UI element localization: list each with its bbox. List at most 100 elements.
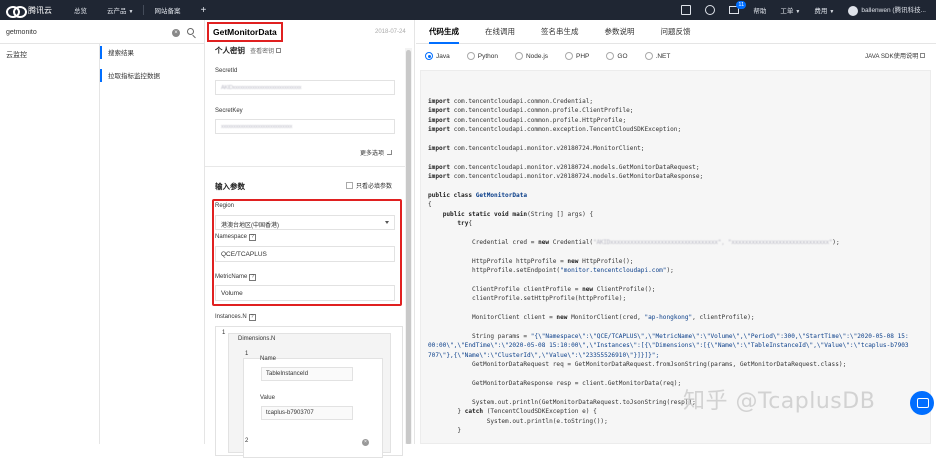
code-line: com.tencentcloudapi.common.exception.Ten… [453,126,682,134]
nav-filing[interactable]: 网站备案 [144,5,190,15]
chevron-down-icon [385,221,389,224]
sdk-doc-link[interactable]: JAVA SDK使用说明 [865,51,926,60]
namespace-label: Namespace? [215,234,257,241]
mail-icon[interactable]: 11 [729,1,747,14]
radio-nodejs[interactable] [514,52,523,60]
section-divider [205,166,405,167]
namespace-value: QCE/TCAPLUS [221,251,267,258]
clear-icon[interactable]: × [172,29,180,37]
result-item-get-monitor-data[interactable]: 拉取指标监控数据 [100,67,204,86]
secret-id-value: AKIDxxxxxxxxxxxxxxxxxxxxxxxxxxxx [221,85,302,91]
radio-go[interactable] [606,52,615,60]
scrollbar-thumb[interactable] [406,50,411,444]
help-icon[interactable]: ? [248,314,256,321]
ticket-label: 工单 [780,8,794,15]
region-select[interactable]: 港澳台地区(中国香港) [215,215,395,230]
checkbox-box[interactable] [346,182,353,189]
code-line: com.tencentcloudapi.monitor.v20180724.mo… [453,173,704,181]
clock-icon[interactable] [705,5,716,15]
code-region: "ap-hongkong" [644,314,693,322]
lang-nodejs[interactable]: Node.js [514,52,548,60]
console-icon[interactable] [681,5,692,15]
metric-name-value: Volume [221,290,243,297]
code-params-3: 707\"},{\"Name\":\"ClusterId\",\"Value\"… [428,351,660,359]
chevron-down-icon: ▼ [795,9,801,15]
code-line: com.tencentcloudapi.monitor.v20180724.mo… [453,163,700,171]
input-params-title: 输入参数 [215,182,245,191]
cloud-logo-icon [6,5,27,18]
ticket-menu[interactable]: 工单 ▼ [780,5,800,15]
code-class-name: GetMonitorData [475,191,528,199]
watermark: 知乎 @TcaplusDB [683,389,876,414]
top-navigation-bar: 腾讯云 总览 云产品 ▼ 网站备案 + 11 帮助 工单 ▼ 费用 ▼ ballenw… [0,0,936,20]
brand-logo[interactable]: 腾讯云 [0,5,64,18]
chat-icon[interactable] [910,391,934,415]
required-only-checkbox[interactable]: 只看必填参数 [346,181,392,190]
code-line: com.tencentcloudapi.common.profile.HttpP… [453,116,627,124]
code-line: com.tencentcloudapi.common.profile.Clien… [453,107,634,115]
code-params-1: "{\"Namespace\":\"QCE/TCAPLUS\",\"Metric… [530,332,909,340]
api-name-title: GetMonitorData [207,22,283,42]
code-panel: 代码生成 在线调用 签名串生成 参数说明 问题反馈 Java Python No… [416,20,936,444]
category-item-monitor[interactable]: 云监控 [0,44,99,66]
user-menu[interactable]: ballenwen (腾讯科技... [848,4,926,16]
region-label: Region [215,203,235,209]
nav-products[interactable]: 云产品 ▼ [97,5,143,15]
tab-feedback[interactable]: 问题反馈 [648,20,704,43]
tab-online-call[interactable]: 在线调用 [472,20,528,43]
search-input[interactable] [6,29,166,36]
chevron-down-icon: ▼ [829,9,835,15]
more-options-label: 更多选项 [360,151,385,157]
namespace-label-text: Namespace [215,234,248,240]
radio-python[interactable] [466,52,475,60]
mail-badge: 11 [736,1,747,9]
brand-name: 腾讯云 [28,5,52,15]
metric-name-input[interactable]: Volume [215,285,395,301]
namespace-input[interactable]: QCE/TCAPLUS [215,246,395,262]
required-only-label: 只看必填参数 [356,184,393,190]
radio-php[interactable] [565,52,574,60]
metric-name-label: MetricName? [215,274,257,281]
add-shortcut-button[interactable]: + [190,5,216,16]
search-bar: × [0,22,205,44]
view-key-label: 查看密钥 [250,49,275,55]
billing-label: 费用 [814,8,828,15]
lang-go-label: GO [617,52,628,60]
radio-dotnet[interactable] [644,52,653,60]
tab-signature[interactable]: 签名串生成 [528,20,592,43]
secret-key-input[interactable]: xxxxxxxxxxxxxxxxxxxxxxxxxxxxx [215,119,395,134]
more-options-toggle[interactable]: 更多选项 [360,148,393,157]
secret-id-input[interactable]: AKIDxxxxxxxxxxxxxxxxxxxxxxxxxxxx [215,80,395,95]
secret-key-value: xxxxxxxxxxxxxxxxxxxxxxxxxxxxx [221,124,293,130]
api-search-panel: × 云监控 搜索结果 拉取指标监控数据 [0,20,205,444]
metric-name-label-text: MetricName [215,274,248,280]
radio-java[interactable] [425,52,433,60]
secret-id-label: SecretId [215,68,238,74]
tab-param-docs[interactable]: 参数说明 [592,20,648,43]
view-key-link[interactable]: 查看密钥 [250,48,282,55]
language-selector: Java Python Node.js PHP GO .NET [416,48,936,64]
lang-java[interactable]: Java [425,52,450,60]
result-header: 搜索结果 [100,44,204,63]
billing-menu[interactable]: 费用 ▼ [814,5,834,15]
external-link-icon [276,48,282,53]
help-icon[interactable]: ? [249,234,257,241]
tab-bar: 代码生成 在线调用 签名串生成 参数说明 问题反馈 [416,20,936,44]
lang-php[interactable]: PHP [565,52,589,60]
api-version-date: 2018-07-24 [375,29,406,35]
code-line: com.tencentcloudapi.common.Credential; [453,97,594,105]
category-list: 云监控 [0,44,100,444]
lang-java-label: Java [436,52,450,60]
tab-code-gen[interactable]: 代码生成 [416,20,472,44]
lang-dotnet[interactable]: .NET [644,52,670,60]
lang-python[interactable]: Python [466,52,498,60]
top-right-tools: 11 帮助 工单 ▼ 费用 ▼ ballenwen (腾讯科技... [681,1,936,16]
help-icon[interactable]: ? [249,274,257,281]
search-icon[interactable] [187,28,194,35]
nav-overview[interactable]: 总览 [64,5,97,15]
region-value: 港澳台地区(中国香港) [221,223,279,229]
result-list: 搜索结果 拉取指标监控数据 [100,44,204,86]
lang-go[interactable]: GO [606,52,628,60]
scrollbar[interactable] [405,48,412,444]
help-link[interactable]: 帮助 [753,5,766,15]
